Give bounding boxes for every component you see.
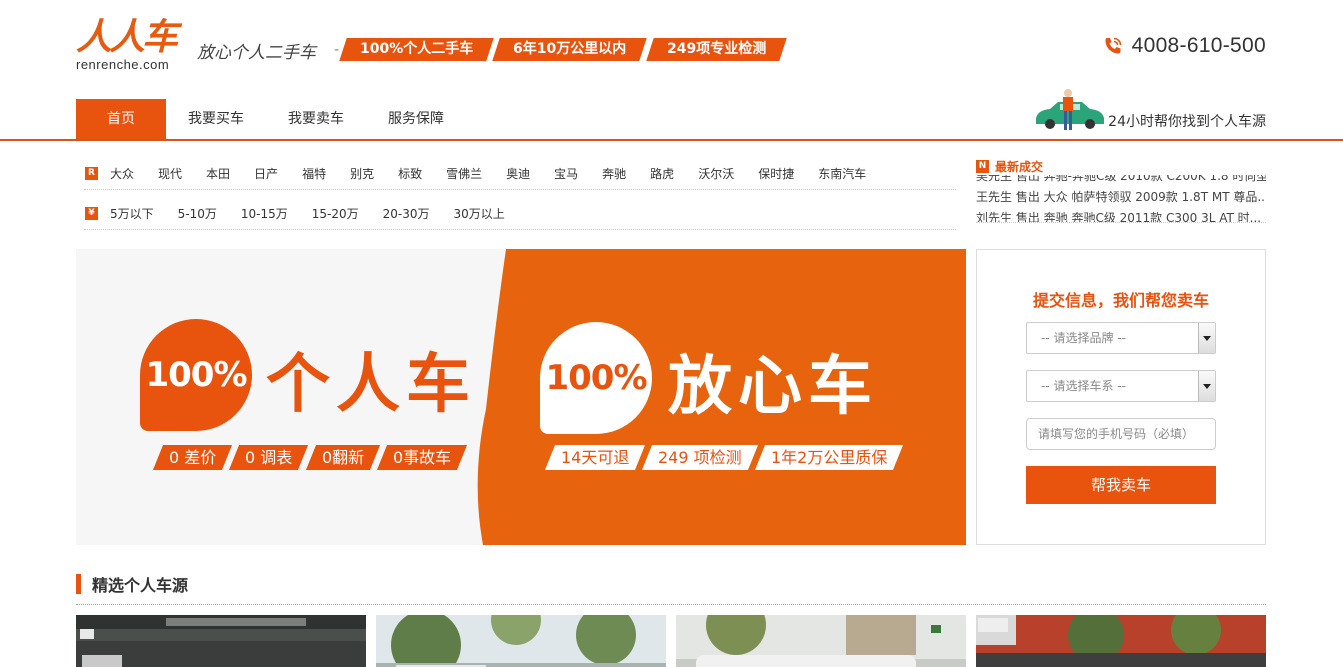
brand-link[interactable]: 保时捷 [758,165,794,182]
phone-input[interactable]: 请填写您的手机号码（必填） [1026,418,1216,450]
brand-link[interactable]: 福特 [302,165,326,182]
feature-pill: 249 项检测 [642,445,759,470]
brand-select-value: -- 请选择品牌 -- [1041,331,1126,345]
main-nav: 首页 我要买车 我要卖车 服务保障 [76,99,466,140]
nav-promo[interactable]: 24小时帮你找到个人车源 [1034,88,1266,132]
brand-link[interactable]: 路虎 [650,165,674,182]
latest-deals-header: N 最新成交 [976,158,1266,174]
right-pills: 14天可退 249 项检测 1年2万公里质保 [544,445,905,470]
site-logo[interactable]: 人人车 renrenche.com [76,18,191,76]
car-photo [976,615,1266,667]
car-card[interactable] [76,615,366,667]
car-photo [676,615,966,667]
sell-car-form: 提交信息，我们帮您卖车 -- 请选择品牌 -- -- 请选择车系 -- 请填写您… [976,249,1266,545]
phone-number: 4008-610-500 [1131,34,1266,57]
brand-filter-icon: R [85,167,98,180]
car-card[interactable] [376,615,666,667]
hotline: 4008-610-500 [1103,34,1266,58]
nav-underline [0,139,1343,141]
chevron-down-icon[interactable] [1198,323,1215,353]
phone-icon [1105,37,1121,54]
section-title: 精选个人车源 [92,576,189,595]
feature-pill: 0 差价 [152,445,233,470]
nav-item-buy[interactable]: 我要买车 [166,99,266,140]
left-badge: 100% [140,319,252,431]
brand-link[interactable]: 东南汽车 [818,165,866,182]
section-marker [76,574,81,594]
slogan-separator: - [334,42,340,58]
feature-pill: 1年2万公里质保 [754,445,904,470]
brand-link[interactable]: 宝马 [554,165,578,182]
header-tag: 6年10万公里以内 [492,38,648,61]
brand-link[interactable]: 别克 [350,165,374,182]
slogan: 放心个人二手车 [197,43,316,63]
price-link[interactable]: 20-30万 [383,205,430,222]
brand-link[interactable]: 奥迪 [506,165,530,182]
brand-select[interactable]: -- 请选择品牌 -- [1026,322,1216,354]
logo-text: 人人车 [76,17,178,58]
latest-deals-title: 最新成交 [995,159,1044,174]
brand-link[interactable]: 标致 [398,165,422,182]
series-select-value: -- 请选择车系 -- [1041,379,1126,393]
sell-form-title: 提交信息，我们帮您卖车 [1032,291,1209,310]
nav-item-home[interactable]: 首页 [76,99,166,140]
price-filter-row: ¥ 5万以下 5-10万 10-15万 15-20万 20-30万 30万以上 [84,198,956,230]
brand-link[interactable]: 沃尔沃 [698,165,734,182]
section-header: 精选个人车源 [76,574,189,595]
header-tags: 100%个人二手车 6年10万公里以内 249项专业检测 [339,38,789,61]
list-item[interactable]: 刘先生 售出 奔驰 奔驰C级 2011款 C300 3L AT 时... [976,208,1266,222]
car-photo [76,615,366,667]
car-person-icon [1036,89,1105,130]
price-link[interactable]: 10-15万 [241,205,288,222]
quick-filters: R 大众 现代 本田 日产 福特 别克 标致 雪佛兰 奥迪 宝马 奔驰 路虎 沃… [84,158,956,230]
latest-deals-ticker: 吴先生 售出 奔驰-奔驰C级 2010款 C200K 1.8 时尚型 王先生 售… [976,175,1266,223]
series-select[interactable]: -- 请选择车系 -- [1026,370,1216,402]
car-card[interactable] [976,615,1266,667]
chevron-down-icon[interactable] [1198,371,1215,401]
feature-pill: 0事故车 [376,445,467,470]
hero-banner[interactable]: 100% 个人车 0 差价 0 调表 0翻新 0事故车 100% 放心车 14天… [76,249,966,545]
feature-pill: 0翻新 [305,445,380,470]
list-item[interactable]: 王先生 售出 大众 帕萨特领驭 2009款 1.8T MT 尊品... [976,187,1266,208]
right-title: 放心车 [668,350,878,424]
right-badge: 100% [540,322,652,434]
nav-item-service[interactable]: 服务保障 [366,99,466,140]
brand-filter-row: R 大众 现代 本田 日产 福特 别克 标致 雪佛兰 奥迪 宝马 奔驰 路虎 沃… [84,158,956,190]
brand-link[interactable]: 大众 [110,165,134,182]
nav-item-sell[interactable]: 我要卖车 [266,99,366,140]
left-title: 个人车 [266,348,476,422]
header-tag: 249项专业检测 [645,38,787,61]
brand-link[interactable]: 奔驰 [602,165,626,182]
list-item[interactable]: 吴先生 售出 奔驰-奔驰C级 2010款 C200K 1.8 时尚型 [976,175,1266,187]
price-link[interactable]: 5万以下 [110,205,154,222]
brand-link[interactable]: 雪佛兰 [446,165,482,182]
price-link[interactable]: 15-20万 [312,205,359,222]
brand-link[interactable]: 日产 [254,165,278,182]
price-link[interactable]: 5-10万 [178,205,217,222]
header-tag: 100%个人二手车 [339,38,495,61]
feature-pill: 0 调表 [229,445,309,470]
nav-promo-text: 24小时帮你找到个人车源 [1108,114,1266,130]
price-link[interactable]: 30万以上 [454,205,505,222]
new-icon: N [976,159,989,173]
brand-link[interactable]: 本田 [206,165,230,182]
left-pills: 0 差价 0 调表 0翻新 0事故车 [152,445,469,470]
latest-deals: N 最新成交 吴先生 售出 奔驰-奔驰C级 2010款 C200K 1.8 时尚… [976,158,1266,223]
car-listing [76,615,1276,667]
feature-pill: 14天可退 [544,445,646,470]
section-divider [76,604,1266,605]
car-card[interactable] [676,615,966,667]
car-photo [376,615,666,667]
logo-domain: renrenche.com [76,57,170,72]
price-filter-icon: ¥ [85,207,98,220]
sell-submit-button[interactable]: 帮我卖车 [1026,466,1216,504]
brand-link[interactable]: 现代 [158,165,182,182]
